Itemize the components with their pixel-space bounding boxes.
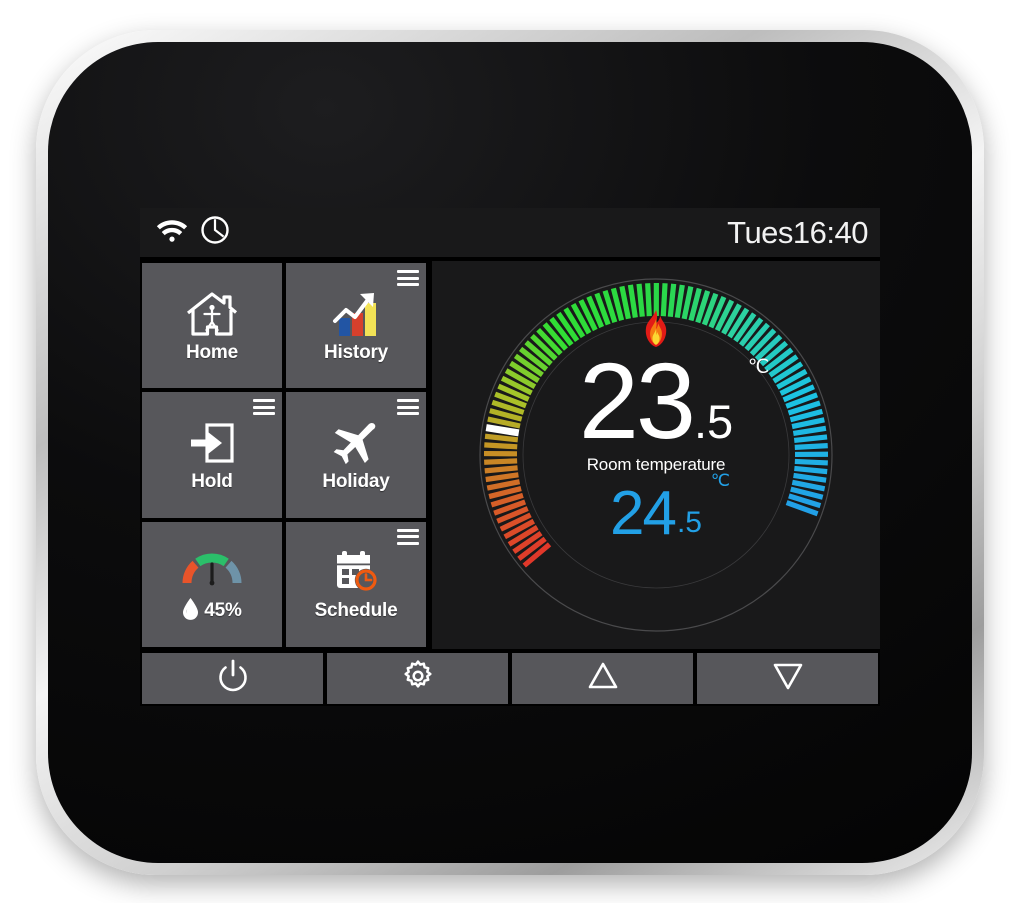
settings-button[interactable]: [327, 653, 508, 704]
dial-tick: [636, 283, 645, 317]
gear-icon: [401, 659, 435, 698]
dial-tick: [791, 417, 825, 430]
dial-tick: [627, 284, 638, 318]
tile-holiday[interactable]: Holiday: [286, 392, 426, 518]
clock-icon: [200, 215, 230, 250]
menu-icon-history[interactable]: [397, 270, 419, 286]
status-icon-group: [156, 215, 230, 250]
temp-up-button[interactable]: [512, 653, 693, 704]
bar-chart-trend-icon: [328, 288, 384, 340]
power-icon: [217, 659, 249, 698]
humidity-gauge-icon: [181, 543, 243, 595]
arrow-into-door-icon: [186, 417, 238, 469]
dial-tick: [619, 285, 631, 320]
dial-tick: [484, 442, 518, 450]
triangle-down-icon: [771, 660, 805, 697]
temperature-dial-panel[interactable]: 23 .5 ℃ Room temperature 24 .5 ℃: [432, 261, 880, 649]
tile-schedule[interactable]: Schedule: [286, 521, 426, 647]
dial-tick: [794, 465, 828, 475]
dial-tick: [794, 443, 828, 450]
dial-tick: [487, 416, 521, 429]
status-datetime: Tues16:40: [727, 214, 868, 250]
tile-humidity[interactable]: 45%: [142, 521, 282, 647]
airplane-icon: [329, 417, 383, 469]
tile-history-label: History: [323, 341, 389, 363]
tile-home[interactable]: Home: [142, 263, 282, 389]
dial-tick: [791, 479, 826, 492]
power-button[interactable]: [142, 653, 323, 704]
tile-hold-label: Hold: [191, 470, 233, 492]
dial-tick-ring: [479, 278, 833, 632]
menu-icon-schedule[interactable]: [397, 528, 419, 545]
water-drop-icon: [182, 597, 199, 625]
thermostat-screen: Tues16:40 Home History Hold Holiday 45% …: [140, 208, 880, 706]
dial-tick: [674, 284, 685, 319]
dial-tick: [794, 458, 828, 466]
tile-holiday-label: Holiday: [322, 470, 390, 492]
calendar-clock-icon: [329, 546, 383, 598]
dial-tick: [485, 472, 519, 483]
dial-tick: [681, 286, 694, 320]
dial-tick: [645, 283, 652, 317]
dial-tick: [667, 283, 677, 318]
temp-down-button[interactable]: [697, 653, 878, 704]
tile-hold[interactable]: Hold: [142, 392, 282, 518]
humidity-value: 45%: [204, 600, 242, 622]
dial-tick: [792, 425, 827, 437]
dial-tick: [484, 465, 518, 474]
menu-icon-hold[interactable]: [253, 399, 275, 416]
bottom-button-bar: [140, 651, 880, 706]
status-bar: Tues16:40: [140, 208, 880, 259]
triangle-up-icon: [586, 660, 620, 697]
tile-history[interactable]: History: [286, 263, 426, 389]
tile-schedule-label: Schedule: [314, 600, 398, 622]
dial-tick: [484, 433, 519, 443]
dial-tick: [793, 472, 827, 483]
dial-setpoint-marker: [485, 424, 520, 437]
dial-tick: [484, 458, 518, 465]
menu-icon-holiday[interactable]: [397, 399, 419, 416]
dial-tick: [660, 283, 668, 317]
tile-home-label: Home: [186, 341, 238, 363]
wifi-icon: [156, 217, 188, 248]
dial-tick: [793, 434, 828, 443]
house-person-icon: [184, 288, 240, 340]
tile-grid: Home History Hold Holiday 45% Schedule: [140, 261, 430, 649]
dial-tick: [486, 479, 521, 491]
